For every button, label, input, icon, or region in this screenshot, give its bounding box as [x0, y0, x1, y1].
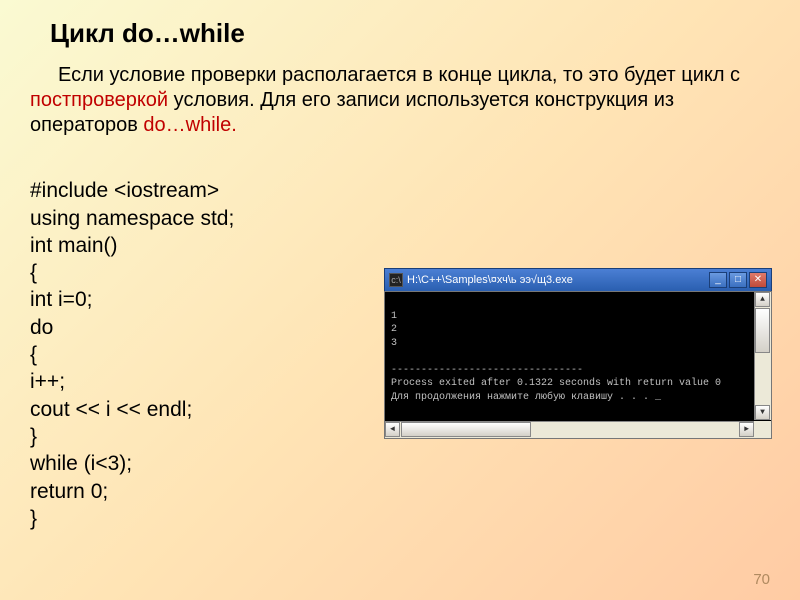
- slide-description: Если условие проверки располагается в ко…: [30, 63, 770, 138]
- close-button[interactable]: ✕: [749, 272, 767, 288]
- console-line: --------------------------------: [391, 365, 583, 376]
- console-window: c:\ H:\C++\Samples\¤хч\ь ээ√щ3.exe _ □ ✕…: [384, 268, 772, 439]
- scroll-left-button[interactable]: ◄: [385, 422, 400, 437]
- cmd-icon: c:\: [389, 273, 403, 287]
- desc-highlight-1: постпроверкой: [30, 89, 168, 111]
- code-line: int main(): [30, 234, 118, 257]
- code-line: cout << i << endl;: [30, 398, 192, 421]
- code-line: while (i<3);: [30, 452, 132, 475]
- console-line: 2: [391, 324, 397, 335]
- console-output[interactable]: 1 2 3 -------------------------------- P…: [384, 291, 772, 439]
- code-line: #include <iostream>: [30, 179, 219, 202]
- code-line: {: [30, 261, 37, 284]
- scroll-corner: [754, 421, 771, 438]
- desc-highlight-2: do…while.: [143, 114, 236, 136]
- console-line: Для продолжения нажмите любую клавишу . …: [391, 392, 661, 403]
- code-line: return 0;: [30, 480, 108, 503]
- horizontal-scrollbar[interactable]: ◄ ►: [385, 421, 754, 438]
- scroll-up-button[interactable]: ▲: [755, 292, 770, 307]
- code-line: {: [30, 343, 37, 366]
- vertical-scrollbar[interactable]: ▲ ▼: [754, 292, 771, 420]
- desc-text-1: Если условие проверки располагается в ко…: [58, 64, 740, 86]
- scroll-right-button[interactable]: ►: [739, 422, 754, 437]
- console-line: 3: [391, 338, 397, 349]
- code-line: using namespace std;: [30, 207, 234, 230]
- scroll-down-button[interactable]: ▼: [755, 405, 770, 420]
- code-line: i++;: [30, 370, 65, 393]
- console-line: Process exited after 0.1322 seconds with…: [391, 378, 721, 389]
- maximize-button[interactable]: □: [729, 272, 747, 288]
- code-line: do: [30, 316, 53, 339]
- page-number: 70: [753, 571, 770, 588]
- code-line: }: [30, 425, 37, 448]
- code-line: int i=0;: [30, 288, 92, 311]
- scroll-thumb-vertical[interactable]: [755, 308, 770, 353]
- window-title-text: H:\C++\Samples\¤хч\ь ээ√щ3.exe: [407, 274, 709, 286]
- window-titlebar[interactable]: c:\ H:\C++\Samples\¤хч\ь ээ√щ3.exe _ □ ✕: [384, 268, 772, 291]
- slide-title: Цикл do…while: [50, 18, 770, 49]
- code-line: }: [30, 507, 37, 530]
- console-line: 1: [391, 311, 397, 322]
- scroll-thumb-horizontal[interactable]: [401, 422, 531, 437]
- minimize-button[interactable]: _: [709, 272, 727, 288]
